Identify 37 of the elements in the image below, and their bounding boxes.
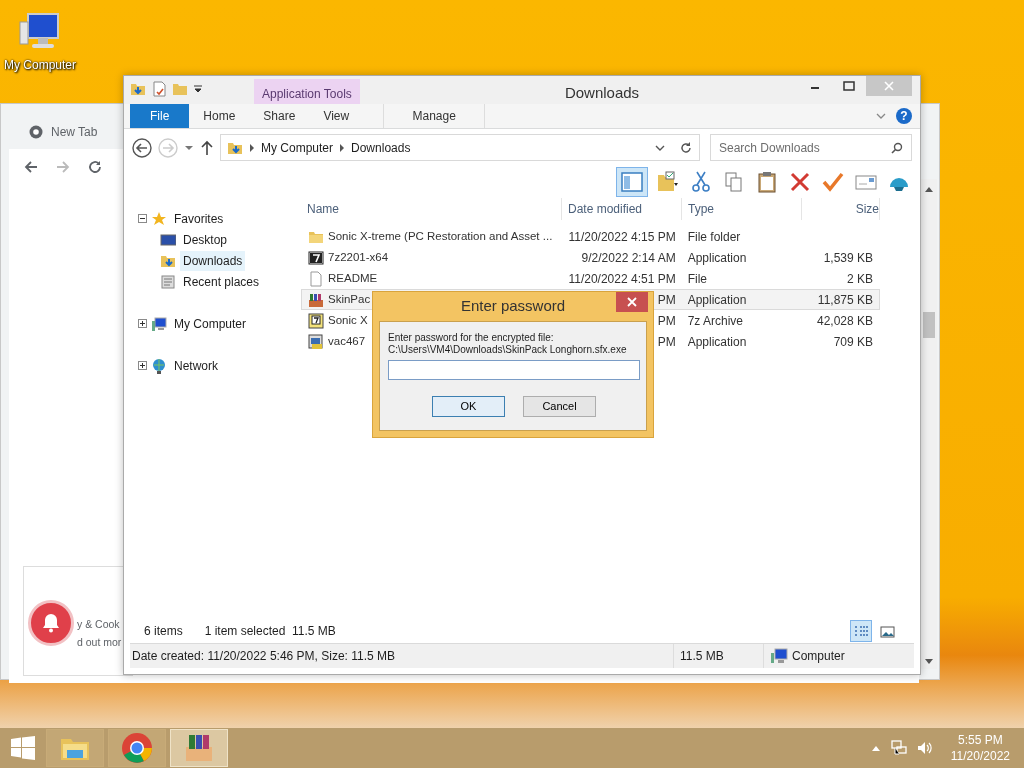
file-date: 9/2/2022 2:14 AM <box>581 249 676 267</box>
card-text: d out mor <box>77 635 122 650</box>
file-size: 709 KB <box>833 333 873 351</box>
file-name: SkinPac <box>328 291 371 307</box>
file-date: PM <box>657 291 676 309</box>
file-size: 42,028 KB <box>816 312 873 330</box>
file-name: 7z2201-x64 <box>328 249 389 265</box>
file-date: PM <box>657 333 676 351</box>
card-text: y & Cook <box>77 617 120 632</box>
file-date: 11/20/2022 4:15 PM <box>568 228 676 246</box>
file-date: PM <box>657 312 676 330</box>
contextual-tab-group: Application Tools <box>254 79 360 104</box>
clock-date: 11/20/2022 <box>950 748 1010 764</box>
file-name: README <box>328 270 378 286</box>
file-size: 2 KB <box>847 270 873 288</box>
file-type: File folder <box>687 228 741 246</box>
file-date: 11/20/2022 4:51 PM <box>568 270 676 288</box>
file-name: Sonic X <box>328 312 368 328</box>
file-name: vac467 <box>328 333 366 349</box>
window-title: Downloads <box>564 84 640 101</box>
dialog-message: Enter password for the encrypted file: <box>388 332 555 344</box>
file-type: File <box>687 270 707 288</box>
file-type: Application <box>687 291 747 309</box>
file-type: Application <box>687 333 747 351</box>
file-type: 7z Archive <box>687 312 744 330</box>
dialog-title: Enter password <box>460 296 566 317</box>
selection-status: 1 item selected 11.5 MB <box>204 623 336 640</box>
file-type: Application <box>687 249 747 267</box>
item-count: 6 items <box>144 623 183 640</box>
file-name: Sonic X-treme (PC Restoration and Asset ... <box>328 228 553 244</box>
details-text: Date created: 11/20/2022 5:46 PM, Size: 11.5 MB <box>131 648 397 665</box>
file-size: 11,875 KB <box>817 291 873 309</box>
clock-time: 5:55 PM <box>958 732 1003 748</box>
dialog-message: C:\Users\VM4\Downloads\SkinPack Longhorn.sfx.exe <box>388 344 628 356</box>
size-text: 11.5 MB <box>680 648 724 665</box>
location-text: Computer <box>792 648 845 665</box>
file-size: 1,539 KB <box>823 249 873 267</box>
